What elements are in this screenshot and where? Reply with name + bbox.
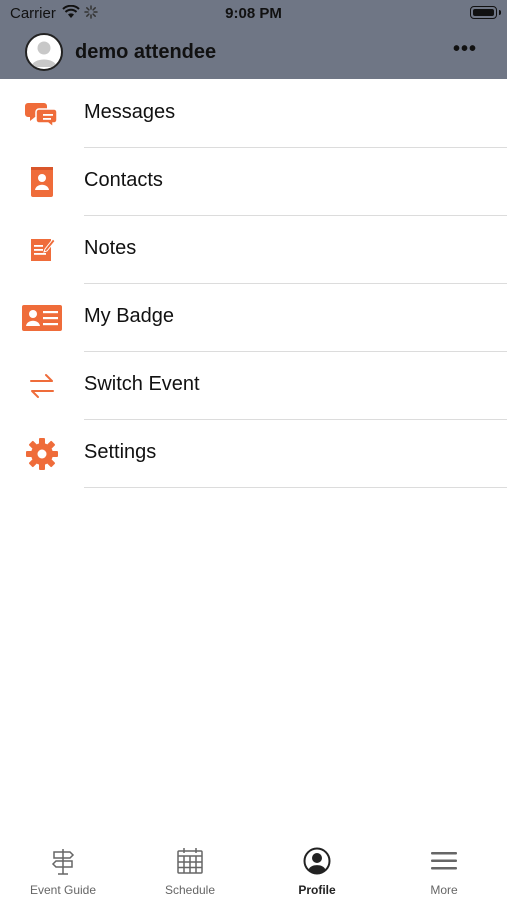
menu-item-label: Messages	[84, 101, 176, 123]
tab-more[interactable]: More	[381, 835, 507, 900]
note-pencil-icon	[22, 233, 62, 267]
avatar[interactable]	[25, 33, 63, 71]
switch-arrows-icon	[22, 369, 62, 403]
id-badge-icon	[22, 301, 62, 335]
menu-item-my-badge[interactable]: My Badge	[0, 284, 507, 352]
signpost-icon	[49, 847, 77, 875]
profile-menu: Messages Contacts Notes My Badge Switch …	[0, 80, 507, 488]
menu-item-notes[interactable]: Notes	[0, 216, 507, 284]
more-options-button[interactable]: •••	[453, 39, 477, 59]
menu-item-messages[interactable]: Messages	[0, 80, 507, 148]
status-bar: Carrier 9:08 PM	[0, 0, 507, 28]
tab-schedule[interactable]: Schedule	[127, 835, 253, 900]
menu-item-settings[interactable]: Settings	[0, 420, 507, 488]
gear-icon	[22, 437, 62, 471]
menu-item-label: Switch Event	[84, 373, 200, 395]
battery-icon	[470, 6, 497, 19]
tab-label: Event Guide	[29, 883, 97, 897]
tab-label: Profile	[298, 883, 336, 897]
header-bar: Carrier 9:08 PM demo attendee •••	[0, 0, 507, 79]
menu-item-label: Contacts	[84, 169, 163, 191]
menu-item-label: My Badge	[84, 305, 175, 327]
tab-label: Schedule	[164, 883, 216, 897]
menu-item-label: Settings	[84, 441, 157, 463]
divider	[84, 487, 507, 488]
calendar-icon	[176, 847, 204, 875]
tab-label: More	[430, 883, 458, 897]
menu-item-switch-event[interactable]: Switch Event	[0, 352, 507, 420]
tab-bar: Event Guide Schedule Profile More	[0, 835, 507, 900]
chat-bubbles-icon	[22, 97, 62, 131]
clock-time: 9:08 PM	[225, 5, 282, 22]
menu-item-contacts[interactable]: Contacts	[0, 148, 507, 216]
tab-event-guide[interactable]: Event Guide	[0, 835, 126, 900]
menu-item-label: Notes	[84, 237, 137, 259]
address-book-icon	[22, 165, 62, 199]
tab-profile[interactable]: Profile	[254, 835, 380, 900]
profile-icon	[303, 847, 331, 875]
username: demo attendee	[75, 41, 217, 63]
hamburger-icon	[430, 847, 458, 875]
